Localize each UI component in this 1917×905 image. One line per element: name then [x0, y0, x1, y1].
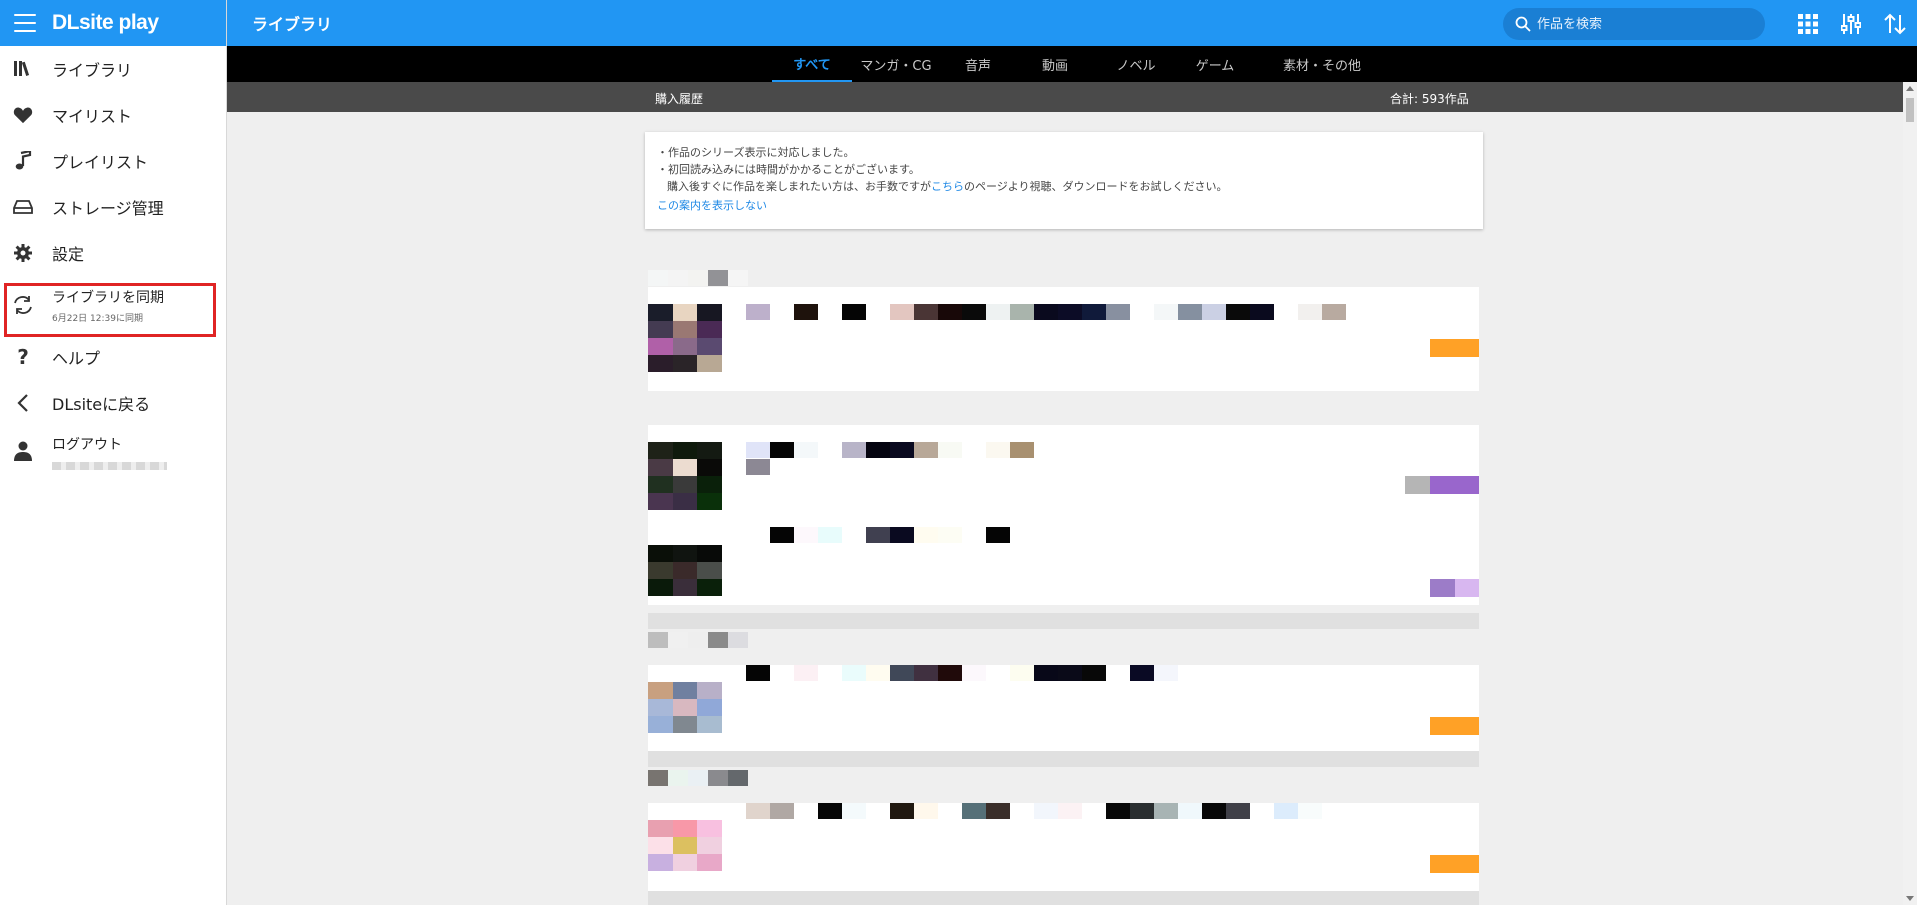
work-type-badge	[1405, 476, 1430, 494]
work-title-masked	[746, 442, 1034, 458]
sidebar-item-storage[interactable]: ストレージ管理	[0, 184, 226, 230]
app-window: DLsite play ライブラリ マイリスト プレイリスト ストレージ管理 設…	[0, 0, 1917, 905]
series-header-masked	[648, 270, 748, 286]
work-thumbnail[interactable]	[648, 545, 722, 596]
work-type-badge	[1455, 579, 1479, 597]
work-title-masked	[746, 527, 1010, 543]
scroll-up-arrow-icon[interactable]	[1906, 86, 1914, 91]
sidebar: DLsite play ライブラリ マイリスト プレイリスト ストレージ管理 設…	[0, 0, 227, 905]
tab-game[interactable]: ゲーム	[1187, 46, 1243, 82]
tab-materials-other[interactable]: 素材・その他	[1272, 46, 1372, 82]
brand-bar: DLsite play	[0, 0, 226, 46]
notice-line: ・作品のシリーズ表示に対応しました。	[657, 146, 855, 159]
music-note-icon	[12, 150, 34, 172]
series-divider	[648, 613, 1479, 629]
sidebar-item-settings[interactable]: 設定	[0, 230, 226, 276]
here-link[interactable]: こちら	[931, 180, 964, 193]
series-header-masked	[648, 632, 748, 648]
app-logo[interactable]: DLsite play	[52, 11, 159, 35]
library-content: ・作品のシリーズ表示に対応しました。 ・初回読み込みには時間がかかることがござい…	[227, 112, 1917, 905]
work-type-badge	[1430, 476, 1479, 494]
search-box[interactable]	[1503, 8, 1765, 40]
notice-text: 購入後すぐに作品を楽しまれたい方は、お手数ですが	[667, 180, 931, 193]
notice-text: のページより視聴、ダウンロードをお試しください。	[964, 180, 1228, 193]
library-icon	[12, 58, 34, 80]
total-count: 合計: 593作品	[1390, 92, 1469, 106]
account-name-masked	[52, 462, 167, 470]
tab-video[interactable]: 動画	[1027, 46, 1083, 82]
work-type-badge	[1430, 855, 1479, 873]
notice-line: ・初回読み込みには時間がかかることがございます。	[657, 163, 920, 176]
gear-icon	[12, 242, 34, 264]
heart-icon	[12, 104, 34, 126]
work-card[interactable]	[648, 665, 1479, 751]
work-title-masked	[746, 803, 1322, 819]
work-type-badge	[1430, 717, 1479, 735]
work-thumbnail[interactable]	[648, 442, 722, 510]
work-thumbnail[interactable]	[648, 682, 722, 733]
sync-text: ライブラリを同期 6月22日 12:39に同期	[52, 287, 164, 324]
sidebar-item-label: ライブラリ	[52, 61, 133, 80]
sidebar-item-label: ライブラリを同期	[52, 289, 164, 306]
series-divider	[648, 751, 1479, 767]
sidebar-item-label: 設定	[52, 245, 85, 264]
work-title-masked	[746, 304, 1346, 320]
series-header-masked	[648, 770, 748, 786]
sidebar-item-label: DLsiteに戻る	[52, 395, 151, 414]
sidebar-item-label: マイリスト	[52, 107, 133, 126]
storage-drive-icon	[12, 196, 34, 218]
sort-icon[interactable]	[1883, 12, 1907, 36]
category-tabs: すべて マンガ・CG 音声 動画 ノベル ゲーム 素材・その他	[227, 46, 1917, 82]
dismiss-notice-link[interactable]: この案内を表示しない	[657, 197, 767, 214]
tab-novel[interactable]: ノベル	[1108, 46, 1164, 82]
sidebar-item-playlist[interactable]: プレイリスト	[0, 138, 226, 184]
work-subtitle-masked	[746, 459, 794, 475]
work-title-masked	[746, 665, 1178, 681]
sync-icon	[12, 294, 34, 316]
sidebar-item-help[interactable]: ? ヘルプ	[0, 334, 226, 380]
info-notice: ・作品のシリーズ表示に対応しました。 ・初回読み込みには時間がかかることがござい…	[645, 132, 1483, 229]
tab-all[interactable]: すべて	[772, 46, 852, 82]
top-bar: ライブラリ	[227, 0, 1917, 46]
scroll-down-arrow-icon[interactable]	[1906, 896, 1914, 901]
search-icon	[1515, 16, 1531, 32]
sidebar-item-library[interactable]: ライブラリ	[0, 46, 226, 92]
work-card[interactable]	[648, 803, 1479, 891]
sidebar-item-label: プレイリスト	[52, 153, 149, 172]
purchase-history-label[interactable]: 購入履歴	[655, 90, 703, 107]
sidebar-item-label: ヘルプ	[52, 349, 101, 368]
series-divider	[648, 891, 1479, 905]
question-icon: ?	[17, 345, 29, 369]
work-type-badge	[1430, 579, 1455, 597]
sub-header: 購入履歴 合計: 593作品	[227, 82, 1917, 112]
work-thumbnail[interactable]	[648, 304, 722, 372]
sidebar-item-logout[interactable]: ログアウト	[0, 426, 226, 478]
sidebar-item-back-to-dlsite[interactable]: DLsiteに戻る	[0, 380, 226, 426]
vertical-scrollbar[interactable]	[1903, 82, 1917, 905]
tab-manga-cg[interactable]: マンガ・CG	[856, 46, 936, 82]
page-title: ライブラリ	[252, 15, 333, 34]
user-icon	[12, 440, 34, 462]
work-card[interactable]	[648, 425, 1479, 605]
logout-text: ログアウト	[52, 434, 167, 470]
filter-sliders-icon[interactable]	[1839, 12, 1863, 36]
sidebar-nav: ライブラリ マイリスト プレイリスト ストレージ管理 設定 ライブラリを同期 6…	[0, 46, 226, 478]
tab-audio[interactable]: 音声	[950, 46, 1006, 82]
sidebar-item-mylist[interactable]: マイリスト	[0, 92, 226, 138]
chevron-left-icon	[12, 392, 34, 414]
grid-view-icon[interactable]	[1796, 12, 1820, 36]
scrollbar-thumb[interactable]	[1906, 98, 1914, 122]
search-input[interactable]	[1537, 16, 1747, 32]
hamburger-menu-icon[interactable]	[14, 14, 36, 32]
work-type-badge	[1430, 339, 1479, 357]
sidebar-item-sync-library[interactable]: ライブラリを同期 6月22日 12:39に同期	[0, 276, 226, 334]
notice-line: 購入後すぐに作品を楽しまれたい方は、お手数ですがこちらのページより視聴、ダウンロ…	[657, 178, 1471, 195]
work-card[interactable]	[648, 287, 1479, 391]
sidebar-item-label: ストレージ管理	[52, 199, 164, 218]
work-thumbnail[interactable]	[648, 820, 722, 871]
sidebar-item-label: ログアウト	[52, 437, 122, 453]
last-sync-time: 6月22日 12:39に同期	[52, 313, 143, 324]
